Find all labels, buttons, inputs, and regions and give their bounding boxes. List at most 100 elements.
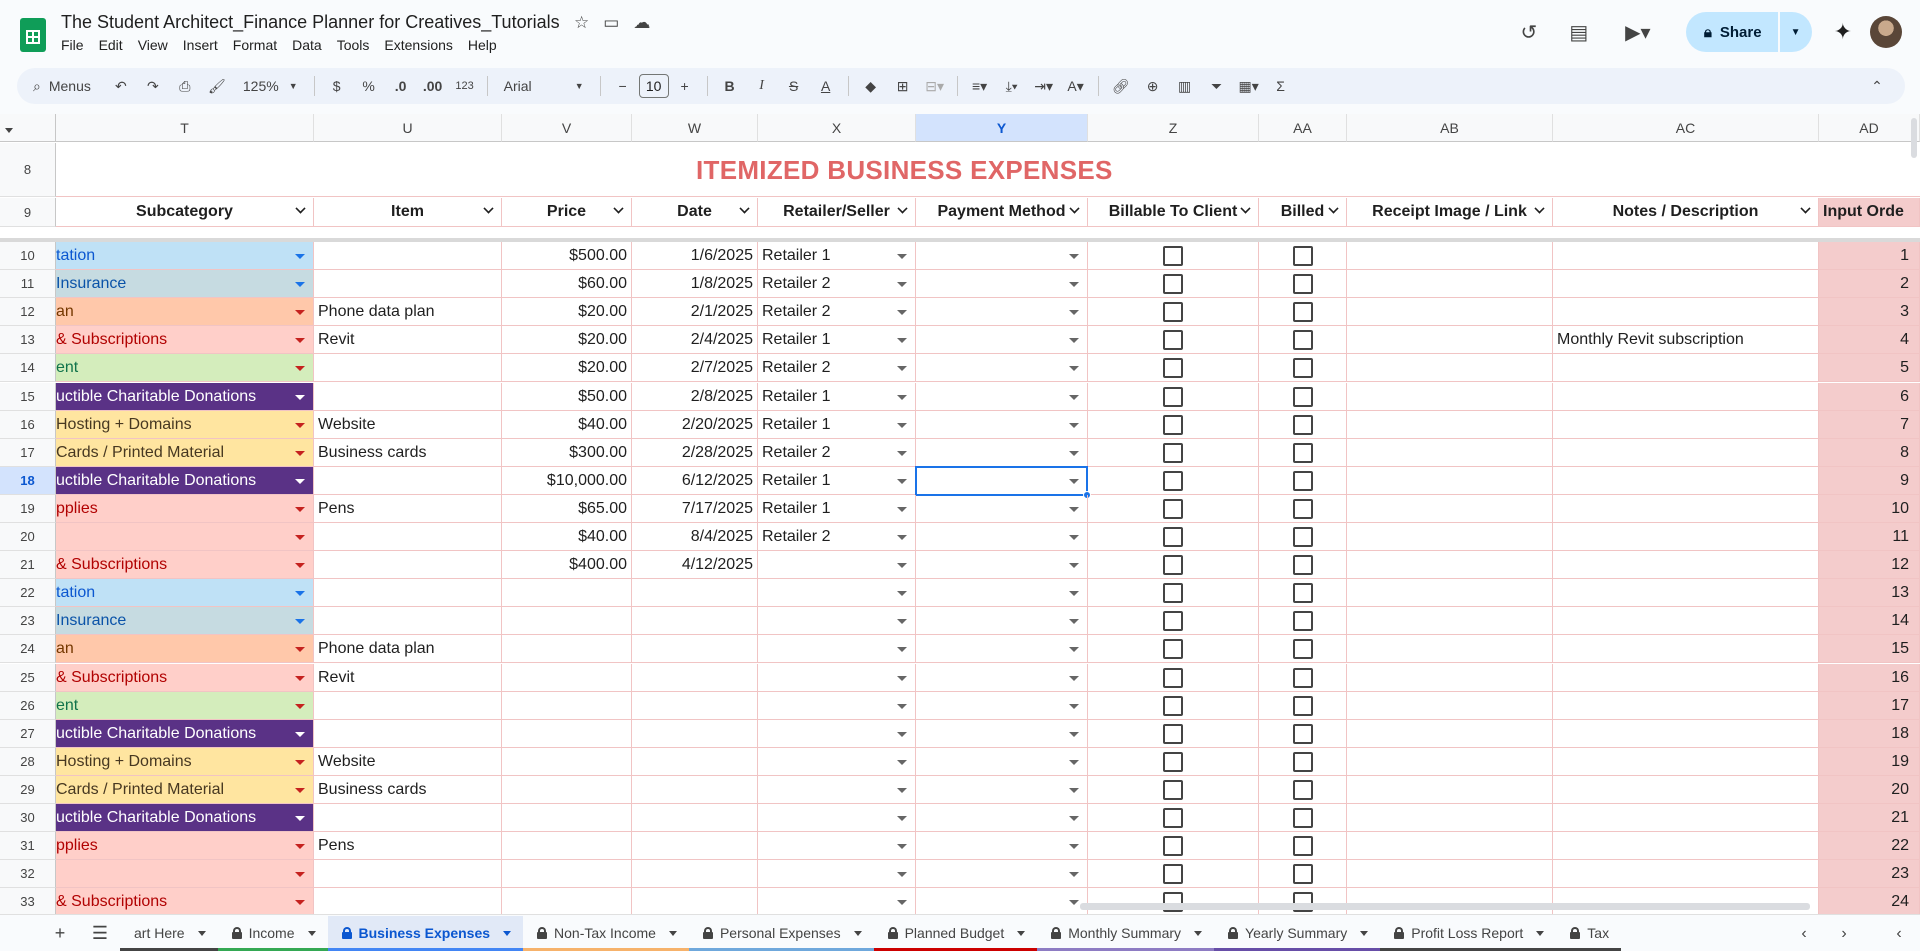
chevron-down-icon[interactable]	[1069, 676, 1079, 681]
row-header[interactable]: 19	[0, 495, 56, 523]
order-cell[interactable]: 23	[1819, 860, 1920, 888]
sub-cell[interactable]: pplies	[56, 832, 314, 860]
filter-chevron-icon[interactable]	[483, 203, 494, 214]
chevron-down-icon[interactable]	[1069, 647, 1079, 652]
item-cell[interactable]	[314, 523, 502, 551]
sub-cell[interactable]: ent	[56, 692, 314, 720]
spreadsheet-grid[interactable]: T U V W X Y Z AA AB AC AD 8 9 ITEMIZED BUSINESS EXPEN…	[0, 114, 1920, 914]
receipt-cell[interactable]	[1347, 270, 1553, 298]
payment-cell[interactable]	[916, 579, 1088, 607]
notes-cell[interactable]	[1553, 692, 1819, 720]
increase-decimal-button[interactable]: .00	[421, 73, 445, 99]
price-cell[interactable]: $300.00	[502, 439, 632, 467]
column-header-u[interactable]: U	[314, 114, 502, 142]
notes-cell[interactable]	[1553, 270, 1819, 298]
strikethrough-icon[interactable]: S	[782, 73, 806, 99]
increase-font-size-icon[interactable]: +	[673, 73, 697, 99]
receipt-cell[interactable]	[1347, 860, 1553, 888]
notes-cell[interactable]	[1553, 860, 1819, 888]
row-header[interactable]: 29	[0, 776, 56, 804]
column-header-cell-receipt[interactable]: Receipt Image / Link	[1347, 198, 1553, 227]
date-cell[interactable]: 8/4/2025	[632, 523, 758, 551]
number-format-button[interactable]: 123	[453, 73, 477, 99]
retailer-cell[interactable]	[758, 692, 916, 720]
chevron-down-icon[interactable]	[897, 619, 907, 624]
item-cell[interactable]	[314, 692, 502, 720]
text-wrapping-icon[interactable]: ⇥▾	[1032, 73, 1056, 99]
notes-cell[interactable]	[1553, 635, 1819, 663]
version-history-icon[interactable]: ↺	[1513, 16, 1545, 48]
order-cell[interactable]: 16	[1819, 664, 1920, 692]
checkbox[interactable]	[1163, 498, 1183, 519]
zoom-select[interactable]: 125% ▼	[237, 73, 304, 99]
billable-cell[interactable]	[1088, 804, 1259, 832]
chevron-down-icon[interactable]	[1069, 366, 1079, 371]
price-cell[interactable]: $50.00	[502, 383, 632, 411]
payment-cell[interactable]	[916, 298, 1088, 326]
checkbox[interactable]	[1292, 638, 1313, 659]
sub-cell[interactable]: & Subscriptions	[56, 326, 314, 354]
receipt-cell[interactable]	[1347, 804, 1553, 832]
merge-cells-icon[interactable]: ⊟▾	[923, 73, 947, 99]
price-cell[interactable]	[502, 692, 632, 720]
date-cell[interactable]	[632, 607, 758, 635]
column-header-cell-price[interactable]: Price	[502, 198, 632, 227]
payment-cell[interactable]	[916, 804, 1088, 832]
payment-cell[interactable]	[916, 860, 1088, 888]
order-cell[interactable]: 10	[1819, 495, 1920, 523]
billed-cell[interactable]	[1259, 720, 1347, 748]
chevron-down-icon[interactable]	[1069, 760, 1079, 765]
checkbox[interactable]	[1163, 273, 1183, 294]
checkbox[interactable]	[1163, 386, 1183, 407]
text-rotation-icon[interactable]: A▾	[1064, 73, 1088, 99]
receipt-cell[interactable]	[1347, 326, 1553, 354]
payment-cell[interactable]	[916, 664, 1088, 692]
billed-cell[interactable]	[1259, 354, 1347, 382]
date-cell[interactable]: 1/8/2025	[632, 270, 758, 298]
notes-cell[interactable]	[1553, 523, 1819, 551]
chevron-down-icon[interactable]	[295, 900, 305, 905]
functions-icon[interactable]: Σ	[1269, 73, 1293, 99]
row-header[interactable]: 12	[0, 298, 56, 326]
retailer-cell[interactable]: Retailer 1	[758, 242, 916, 270]
billable-cell[interactable]	[1088, 720, 1259, 748]
gemini-spark-icon[interactable]: ✦	[1834, 19, 1852, 45]
item-cell[interactable]	[314, 579, 502, 607]
retailer-cell[interactable]	[758, 776, 916, 804]
receipt-cell[interactable]	[1347, 579, 1553, 607]
column-header-cell-order[interactable]: Input Orde	[1819, 198, 1920, 227]
payment-cell[interactable]	[916, 888, 1088, 914]
order-cell[interactable]: 7	[1819, 411, 1920, 439]
horizontal-scrollbar[interactable]	[1080, 903, 1810, 910]
filter-chevron-icon[interactable]	[1534, 203, 1545, 214]
row-header[interactable]: 33	[0, 888, 56, 914]
item-cell[interactable]: Business cards	[314, 439, 502, 467]
chevron-down-icon[interactable]	[897, 704, 907, 709]
chevron-down-icon[interactable]	[295, 395, 305, 400]
item-cell[interactable]: Pens	[314, 832, 502, 860]
order-cell[interactable]: 3	[1819, 298, 1920, 326]
sub-cell[interactable]: Insurance	[56, 607, 314, 635]
chevron-down-icon[interactable]	[1069, 844, 1079, 849]
notes-cell[interactable]	[1553, 242, 1819, 270]
item-cell[interactable]: Revit	[314, 664, 502, 692]
retailer-cell[interactable]: Retailer 1	[758, 411, 916, 439]
chevron-down-icon[interactable]	[1069, 423, 1079, 428]
chevron-down-icon[interactable]	[1069, 872, 1079, 877]
order-cell[interactable]: 24	[1819, 888, 1920, 914]
payment-cell[interactable]	[916, 776, 1088, 804]
billable-cell[interactable]	[1088, 635, 1259, 663]
chevron-down-icon[interactable]	[1069, 507, 1079, 512]
billed-cell[interactable]	[1259, 467, 1347, 495]
sub-cell[interactable]: uctible Charitable Donations	[56, 804, 314, 832]
billed-cell[interactable]	[1259, 523, 1347, 551]
checkbox[interactable]	[1163, 582, 1183, 603]
payment-cell[interactable]	[916, 607, 1088, 635]
select-all-corner[interactable]	[0, 114, 56, 142]
retailer-cell[interactable]	[758, 860, 916, 888]
billed-cell[interactable]	[1259, 298, 1347, 326]
retailer-cell[interactable]: Retailer 2	[758, 439, 916, 467]
billable-cell[interactable]	[1088, 326, 1259, 354]
order-cell[interactable]: 1	[1819, 242, 1920, 270]
chevron-down-icon[interactable]	[1069, 704, 1079, 709]
